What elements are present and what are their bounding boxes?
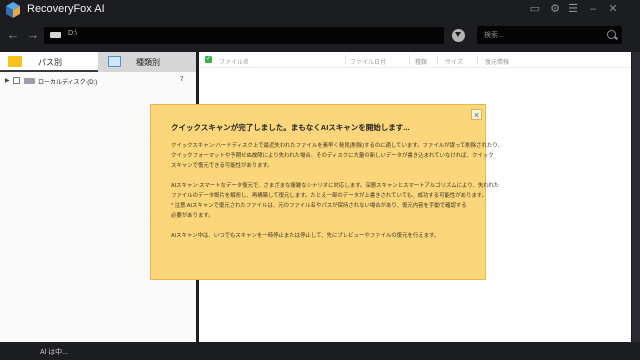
path-text: D:\ (68, 30, 77, 37)
ai-scan-note-line-1: * 注意:AIスキャンで復元されたファイルは、元のファイル名やパスが保持されない… (171, 203, 467, 209)
status-bar: Al は中... (0, 344, 640, 360)
dialog-title: クイックスキャンが完了しました。まもなくAIスキャンを開始します... (171, 123, 410, 132)
column-divider (437, 55, 438, 65)
drive-icon (50, 32, 61, 38)
close-icon[interactable]: × (471, 109, 482, 120)
search-placeholder: 検索... (484, 32, 504, 39)
folder-icon (8, 56, 22, 67)
ai-scan-line-1: AIスキャン:スマートなデータ復元で、さまざまな複雑なシナリオに対応します。深層… (171, 183, 500, 189)
column-header-recovery-info[interactable]: 復元情報 (485, 57, 509, 66)
settings-icon[interactable]: ⚙ (548, 2, 562, 16)
chat-icon[interactable]: ▭ (528, 2, 542, 16)
quick-scan-line-1: クイックスキャン:ハードディスク上で最近失われたファイルを素早く発見(削除)する… (171, 143, 503, 149)
tree-item-local-disk[interactable]: ▶ ローカルディスク (D:) 7 (0, 74, 196, 88)
column-header-size[interactable]: サイズ (445, 57, 463, 66)
title-bar: RecoveryFox AI ▭ ⚙ ☰ – ✕ (0, 0, 640, 20)
toolbar: ← → D:\ 検索... (0, 20, 640, 50)
scrollbar[interactable] (632, 52, 640, 342)
menu-icon[interactable]: ☰ (566, 2, 580, 16)
forward-arrow-icon[interactable]: → (26, 28, 40, 42)
column-header-type[interactable]: 種類 (415, 57, 427, 66)
column-header-date[interactable]: ファイル日付 (350, 57, 386, 66)
minimize-icon[interactable]: – (586, 2, 600, 16)
table-header: ✓ ファイル名 ファイル日付 種類 サイズ 復元情報 (199, 52, 631, 68)
tree-item-label: ローカルディスク (D:) (38, 80, 98, 86)
app-logo-icon (6, 2, 20, 18)
column-divider (477, 55, 478, 65)
close-icon[interactable]: ✕ (606, 2, 620, 16)
app-title: RecoveryFox AI (27, 3, 105, 15)
pause-info-line: AIスキャン中は、いつでもスキャンを一時停止または停止して、先にプレビューやファ… (171, 233, 440, 239)
select-all-checkbox[interactable]: ✓ (205, 56, 212, 63)
path-bar[interactable]: D:\ (44, 27, 444, 44)
tab-label: パス別 (38, 58, 62, 67)
search-icon[interactable] (607, 30, 616, 39)
app-window: RecoveryFox AI ▭ ⚙ ☰ – ✕ ← → D:\ 検索... パ… (0, 0, 640, 360)
image-icon (108, 56, 121, 67)
tree-item-count: 7 (180, 77, 184, 83)
status-text: Al は中... (40, 349, 69, 356)
quick-scan-line-2: クイックフォーマットや予期せぬ故障により失われた場合、そのディスクに大量の新しい… (171, 153, 494, 159)
expand-arrow-icon[interactable]: ▶ (5, 77, 10, 84)
column-divider (345, 55, 346, 65)
filter-icon[interactable] (452, 29, 465, 42)
column-header-name[interactable]: ファイル名 (219, 57, 249, 66)
tab-label: 種類別 (136, 58, 160, 67)
column-divider (409, 55, 410, 65)
disk-icon (24, 78, 35, 84)
search-input[interactable]: 検索... (477, 26, 622, 44)
ai-scan-note-line-2: 必要があります。 (171, 213, 214, 219)
tab-by-path[interactable]: パス別 (0, 52, 98, 72)
quick-scan-line-3: スキャンで復元できる可能性があります。 (171, 163, 273, 169)
ai-scan-line-2: ファイルのデータ断片を解析し、再構築して復元します。たとえ一部のデータが上書きさ… (171, 193, 488, 199)
tree-checkbox[interactable] (13, 77, 20, 84)
back-arrow-icon[interactable]: ← (6, 28, 20, 42)
scan-complete-dialog: × クイックスキャンが完了しました。まもなくAIスキャンを開始します... クイ… (150, 104, 503, 280)
